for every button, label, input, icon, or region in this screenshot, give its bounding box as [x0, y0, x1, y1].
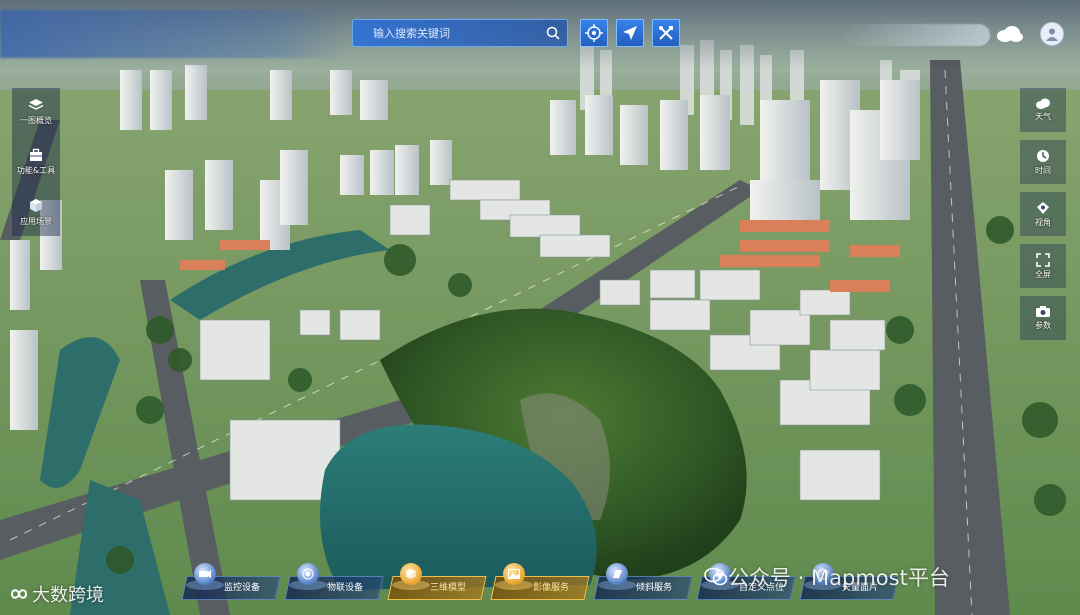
nav-item-iot[interactable]: 物联设备 — [283, 560, 384, 608]
right-item-params[interactable]: 参数 — [1020, 296, 1066, 340]
left-item-tools[interactable]: 功能&工具 — [12, 140, 60, 184]
clock-icon — [1037, 149, 1049, 162]
right-item-label: 参数 — [1035, 321, 1051, 330]
nav-item-oblique[interactable]: 倾斜服务 — [592, 560, 693, 608]
right-item-time[interactable]: 时间 — [1020, 140, 1066, 184]
nav-item-monitoring[interactable]: 监控设备 — [180, 560, 281, 608]
navigate-button[interactable] — [616, 19, 644, 47]
search-bar — [352, 19, 568, 47]
left-item-label: 应用场景 — [20, 216, 52, 226]
right-item-label: 天气 — [1035, 112, 1051, 121]
cloud-icon[interactable] — [994, 24, 1024, 44]
nav-item-label: 倾斜服务 — [636, 583, 673, 593]
infinity-logo-icon — [10, 589, 28, 599]
left-menu: 一图概览 功能&工具 应用场景 — [12, 88, 60, 236]
right-menu: 天气 时间 视角 全屏 参数 — [1020, 88, 1066, 350]
user-icon — [1046, 28, 1058, 41]
wechat-logo-icon — [704, 567, 728, 586]
camera-icon — [1036, 306, 1050, 317]
weather-strip — [840, 24, 990, 46]
right-item-label: 全屏 — [1035, 269, 1051, 279]
right-item-label: 视角 — [1035, 217, 1051, 227]
map-3d-viewport[interactable] — [0, 0, 1080, 615]
eye-icon — [1037, 201, 1049, 214]
avatar[interactable] — [1040, 22, 1064, 46]
fullscreen-icon — [1036, 252, 1050, 267]
scene-illustration — [0, 0, 1080, 615]
tilt-icon — [606, 563, 628, 585]
cloud-icon — [1036, 98, 1050, 109]
nav-item-label: 监控设备 — [224, 583, 261, 593]
layers-icon — [28, 99, 44, 110]
toolbox-icon — [30, 148, 42, 161]
nav-item-label: 物联设备 — [327, 583, 364, 593]
image-icon — [503, 563, 525, 585]
nav-item-3d-model[interactable]: 三维模型 — [386, 560, 487, 608]
left-item-label: 一图概览 — [20, 116, 52, 125]
left-item-overview[interactable]: 一图概览 — [12, 90, 60, 134]
left-item-label: 功能&工具 — [16, 166, 56, 175]
right-item-view[interactable]: 视角 — [1020, 192, 1066, 236]
right-item-weather[interactable]: 天气 — [1020, 88, 1066, 132]
right-item-fullscreen[interactable]: 全屏 — [1020, 244, 1066, 288]
send-arrow-icon — [623, 26, 637, 40]
search-icon — [546, 26, 560, 40]
iot-icon — [297, 563, 319, 585]
nav-item-imagery[interactable]: 影像服务 — [489, 560, 590, 608]
nav-item-label: 三维模型 — [430, 583, 467, 593]
locate-button[interactable] — [580, 19, 608, 47]
model-icon — [400, 563, 422, 585]
camera-icon — [194, 563, 216, 585]
watermark-left-text: 大数跨境 — [32, 585, 104, 606]
watermark-right: 公众号 · Mapmost平台 — [704, 562, 950, 592]
search-input[interactable] — [353, 25, 539, 41]
search-button[interactable] — [539, 20, 567, 46]
right-item-label: 时间 — [1035, 165, 1051, 175]
cube-icon — [30, 198, 42, 212]
left-item-scenes[interactable]: 应用场景 — [12, 190, 60, 234]
watermark-right-text: 公众号 · Mapmost平台 — [728, 566, 950, 590]
target-icon — [585, 24, 603, 42]
crossed-tools-icon — [659, 26, 673, 40]
title-plate — [0, 10, 345, 58]
nav-item-label: 影像服务 — [533, 583, 570, 593]
watermark-left: 大数跨境 — [6, 581, 104, 607]
tools-button[interactable] — [652, 19, 680, 47]
